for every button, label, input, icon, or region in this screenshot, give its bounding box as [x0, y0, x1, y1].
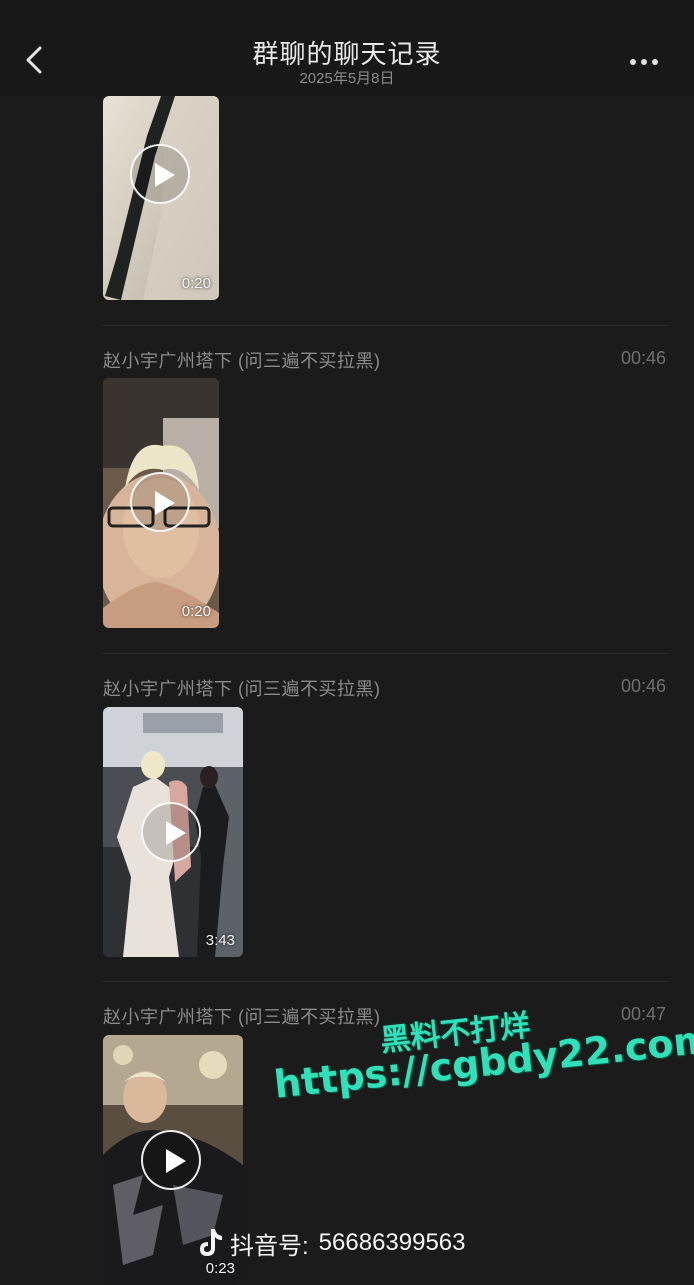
more-button[interactable] [630, 52, 668, 68]
top-bar: 群聊的聊天记录 2025年5月8日 [0, 0, 694, 96]
tiktok-icon [200, 1229, 222, 1256]
douyin-label: 抖音号: [230, 1232, 309, 1260]
page-title: 群聊的聊天记录 [252, 39, 442, 69]
video-duration: 0:20 [181, 275, 211, 292]
message-time: 00:46 [620, 348, 666, 368]
page-date: 2025年5月8日 [299, 70, 395, 87]
video-duration: 3:43 [205, 932, 235, 949]
message-item: 赵小宇广州塔下 (问三遍不买拉黑) 00:46 0:20 [0, 326, 694, 654]
more-dot [641, 59, 647, 65]
douyin-id: 56686399563 [318, 1229, 466, 1256]
video-thumbnail[interactable]: 0:20 [103, 378, 219, 628]
play-icon[interactable] [130, 472, 190, 532]
message-time: 00:46 [620, 676, 666, 696]
play-icon[interactable] [141, 1130, 201, 1190]
play-icon[interactable] [130, 144, 190, 204]
video-thumbnail[interactable]: 0:20 [103, 96, 219, 300]
sender-name: 赵小宇广州塔下 (问三遍不买拉黑) [103, 351, 381, 371]
play-icon[interactable] [141, 802, 201, 862]
more-horizontal-icon [630, 59, 636, 65]
video-thumbnail[interactable]: 3:43 [103, 707, 243, 957]
message-item: 赵小宇广州塔下 (问三遍不买拉黑) 00:46 3:43 [0, 654, 694, 982]
sender-name: 赵小宇广州塔下 (问三遍不买拉黑) [103, 1007, 381, 1027]
sender-name: 赵小宇广州塔下 (问三遍不买拉黑) [103, 679, 381, 699]
video-duration: 0:23 [205, 1260, 235, 1277]
douyin-watermark: 抖音号: 56686399563 [196, 1226, 466, 1260]
video-duration: 0:20 [181, 603, 211, 620]
more-dot [652, 59, 658, 65]
